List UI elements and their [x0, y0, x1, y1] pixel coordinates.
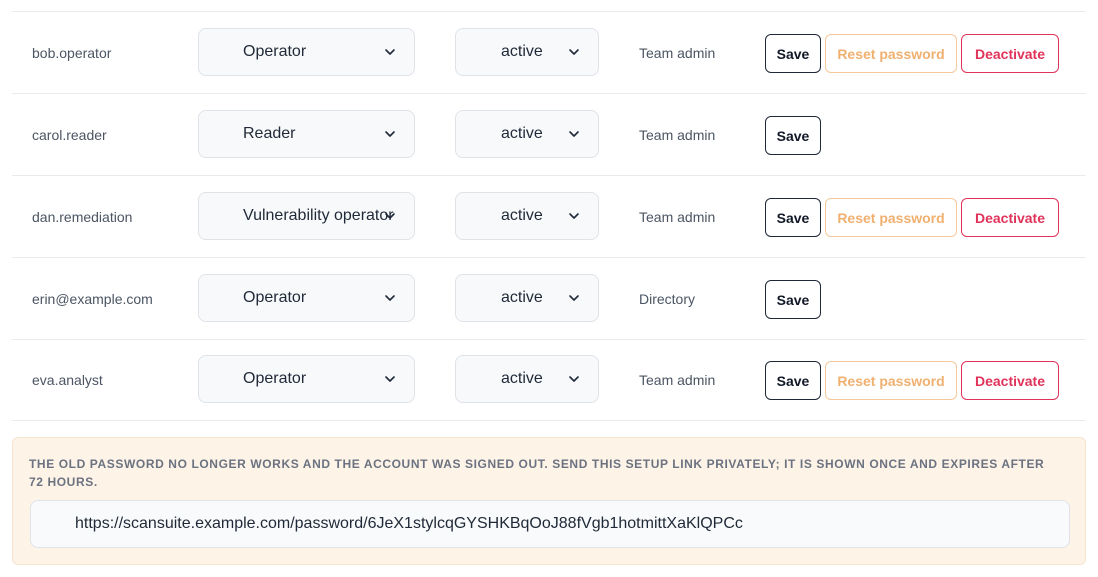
notice-message: The old password no longer works and the…: [29, 457, 1045, 489]
chevron-down-icon: [384, 373, 396, 385]
username-cell: bob.operator: [32, 44, 112, 61]
chevron-down-icon: [568, 292, 580, 304]
status-select[interactable]: active: [455, 110, 599, 158]
deactivate-button[interactable]: Deactivate: [961, 34, 1059, 73]
role-select[interactable]: Operator: [198, 355, 415, 403]
save-button[interactable]: Save: [765, 198, 821, 237]
deactivate-button[interactable]: Deactivate: [961, 361, 1059, 400]
role-select-value: Vulnerability operator: [243, 207, 394, 224]
username-cell: carol.reader: [32, 126, 107, 143]
deactivate-button[interactable]: Deactivate: [961, 198, 1059, 237]
chevron-down-icon: [568, 373, 580, 385]
username-cell: eva.analyst: [32, 371, 103, 388]
role-select[interactable]: Vulnerability operator: [198, 192, 415, 240]
status-select-value: active: [501, 370, 543, 387]
save-button[interactable]: Save: [765, 280, 821, 319]
save-button[interactable]: Save: [765, 361, 821, 400]
table-row: carol.reader Reader active Team admin Sa…: [12, 94, 1086, 176]
table-row: erin@example.com Operator active Directo…: [12, 258, 1086, 340]
role-select[interactable]: Operator: [198, 28, 415, 76]
chevron-down-icon: [568, 128, 580, 140]
status-select[interactable]: active: [455, 274, 599, 322]
status-select-value: active: [501, 125, 543, 142]
reset-password-button[interactable]: Reset password: [825, 34, 957, 73]
chevron-down-icon: [384, 128, 396, 140]
role-select-value: Reader: [243, 125, 296, 142]
status-select[interactable]: active: [455, 28, 599, 76]
status-select-value: active: [501, 289, 543, 306]
reset-password-button[interactable]: Reset password: [825, 361, 957, 400]
password-reset-notice: The old password no longer works and the…: [12, 437, 1086, 565]
save-button[interactable]: Save: [765, 34, 821, 73]
source-cell: Directory: [639, 290, 696, 307]
chevron-down-icon: [568, 210, 580, 222]
role-select[interactable]: Reader: [198, 110, 415, 158]
chevron-down-icon: [384, 210, 396, 222]
source-cell: Team admin: [639, 44, 716, 61]
status-select-value: active: [501, 43, 543, 60]
role-select-value: Operator: [243, 289, 307, 306]
role-select[interactable]: Operator: [198, 274, 415, 322]
table-row: bob.operator Operator active Team admin …: [12, 12, 1086, 94]
username-cell: dan.remediation: [32, 208, 133, 225]
table-row: dan.remediation Vulnerability operator a…: [12, 176, 1086, 258]
reset-password-button[interactable]: Reset password: [825, 198, 957, 237]
chevron-down-icon: [384, 46, 396, 58]
status-select[interactable]: active: [455, 355, 599, 403]
setup-link-field[interactable]: https://scansuite.example.com/password/6…: [30, 500, 1070, 548]
chevron-down-icon: [384, 292, 396, 304]
table-row: eva.analyst Operator active Team admin S…: [12, 339, 1086, 421]
save-button[interactable]: Save: [765, 116, 821, 155]
role-select-value: Operator: [243, 370, 307, 387]
role-select-value: Operator: [243, 43, 307, 60]
username-cell: erin@example.com: [32, 290, 153, 307]
status-select[interactable]: active: [455, 192, 599, 240]
status-select-value: active: [501, 207, 543, 224]
chevron-down-icon: [568, 46, 580, 58]
source-cell: Team admin: [639, 208, 716, 225]
source-cell: Team admin: [639, 126, 716, 143]
source-cell: Team admin: [639, 371, 716, 388]
